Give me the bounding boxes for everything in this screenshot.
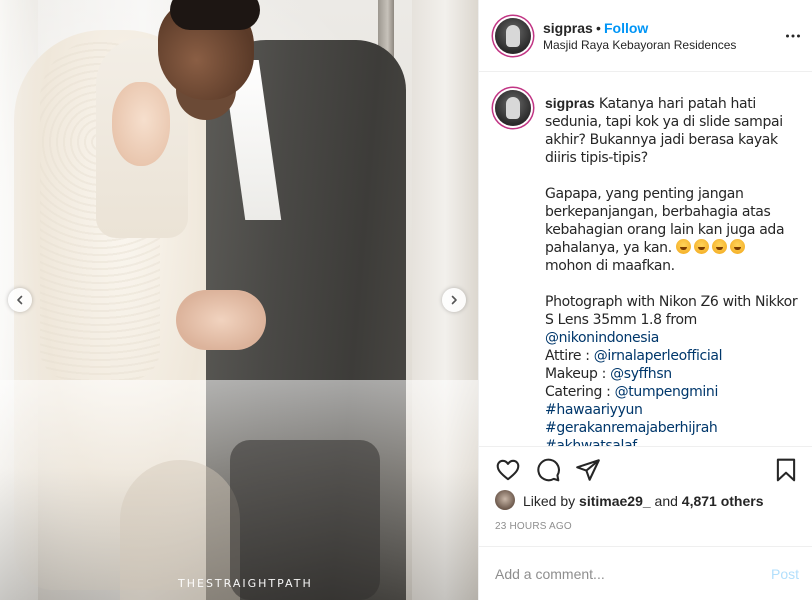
hashtag-link[interactable]: #gerakanremajaberhijrah [545,420,718,436]
photo-watermark: THESTRAIGHTPATH [178,577,313,590]
likes-joiner: and [650,493,682,509]
avatar[interactable] [495,90,531,126]
smiling-face-emoji [729,239,745,254]
next-slide-button[interactable] [442,288,466,312]
location-link[interactable]: Masjid Raya Kebayoran Residences [543,38,736,52]
groom-shirt [222,60,282,220]
avatar[interactable] [495,490,515,510]
squinting-face-emoji [675,239,691,254]
liker-username[interactable]: sitimae29_ [579,493,651,509]
mention-link[interactable]: @irnalaperleofficial [594,348,723,364]
hashtag-link[interactable]: #hawaariyyun [545,402,643,418]
avatar[interactable] [495,18,531,54]
comment-input[interactable] [495,563,745,585]
chevron-right-icon [451,295,457,305]
comments-section[interactable]: sigpras Katanya hari patah hati sedunia,… [479,72,812,446]
caption-username[interactable]: sigpras [545,95,595,111]
likes-summary: Liked by sitimae29_ and 4,871 others [495,490,805,512]
bride-hijab [96,38,188,238]
more-options-icon[interactable] [785,28,801,44]
mention-link[interactable]: @syffhsn [610,366,672,382]
post-caption: sigpras Katanya hari patah hati sedunia,… [545,94,801,446]
caption-line: Photograph with Nikon Z6 with Nikkor S L… [545,294,802,328]
squinting-face-emoji [711,239,727,254]
header-separator: • [596,20,601,36]
post-photo[interactable]: THESTRAIGHTPATH [0,0,478,600]
previous-slide-button[interactable] [8,288,32,312]
post-timestamp[interactable]: 23 HOURS AGO [495,521,572,532]
post-side-panel: sigpras • Follow Masjid Raya Kebayoran R… [478,0,812,600]
post-header: sigpras • Follow Masjid Raya Kebayoran R… [479,0,812,72]
smiling-face-emoji [693,239,709,254]
heart-icon[interactable] [495,457,521,483]
likes-prefix: Liked by [523,493,580,509]
mention-link[interactable]: @nikonindonesia [545,330,659,346]
header-username[interactable]: sigpras [543,20,593,36]
window-light [0,0,478,600]
paper-plane-icon[interactable] [575,457,601,483]
likes-text: Liked by sitimae29_ and 4,871 others [523,493,764,509]
groom-neck [176,60,236,120]
bride-veil [14,30,214,590]
holding-hands [176,290,266,350]
mention-link[interactable]: @tumpengmini [615,384,719,400]
groom-head [158,0,254,100]
hashtag-link[interactable]: #akhwatsalaf [545,438,637,446]
caption-paragraph: Gapapa, yang penting jangan berkepanjang… [545,186,789,256]
veil-lace [40,40,160,380]
groom-suit [206,40,406,600]
caption-line: mohon di maafkan. [545,258,675,274]
groom-reflection [230,440,380,600]
post-button[interactable]: Post [771,566,799,582]
bookmark-icon[interactable] [773,457,799,483]
add-comment-bar: Post [479,546,812,600]
comment-bubble-icon[interactable] [535,457,561,483]
caption-label: Catering : [545,384,615,400]
chevron-left-icon [17,295,23,305]
floor-reflection [0,380,478,600]
caption-label: Makeup : [545,366,611,382]
action-bar [479,446,812,494]
caption-label: Attire : [545,348,594,364]
groom-hair [170,0,260,30]
follow-button[interactable]: Follow [604,20,648,36]
likes-count[interactable]: 4,871 others [682,493,764,509]
bride-face [112,82,170,166]
window-bar [378,0,394,600]
